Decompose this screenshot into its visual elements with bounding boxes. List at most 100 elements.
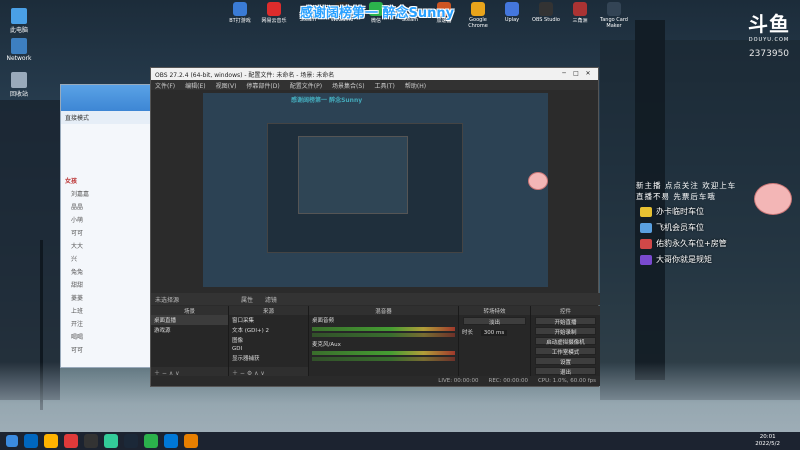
- qq-contact[interactable]: 可可: [61, 343, 151, 356]
- qq-contact[interactable]: 兴: [61, 252, 151, 265]
- thanks-banner: 感谢阔榜第一 醉念Sunny: [300, 6, 455, 21]
- perk-row: 大哥你就是规矩: [640, 254, 712, 265]
- desktop-icon-network[interactable]: Network: [0, 38, 38, 62]
- source-item[interactable]: 文本 (GDI+) 2: [229, 325, 308, 335]
- pig-mascot: [754, 183, 792, 215]
- scene-item[interactable]: 游戏源: [151, 325, 228, 335]
- qq-contact[interactable]: 喝喝: [61, 330, 151, 343]
- app-icon: [233, 2, 247, 16]
- qq-contact[interactable]: 可可: [61, 226, 151, 239]
- qq-contact[interactable]: 刘嘉嘉: [61, 187, 151, 200]
- source-item[interactable]: GDI: [229, 345, 308, 353]
- taskbar-app-icon[interactable]: [124, 434, 138, 448]
- scene-item[interactable]: 桌面直播: [151, 315, 228, 325]
- app-icon: [267, 2, 281, 16]
- qq-header: [61, 85, 151, 111]
- top-app-shortcut[interactable]: 网易云音乐: [259, 0, 289, 24]
- desktop-icon-label: 此电脑: [9, 27, 28, 34]
- menu-item[interactable]: 工具(T): [375, 81, 395, 90]
- perk-text: 佑豹永久车位+房管: [656, 239, 727, 248]
- background-building-left: [0, 100, 60, 400]
- system-clock[interactable]: 20:01 2022/5/2: [755, 434, 780, 448]
- sources-footer: ＋ − ⚙ ∧ ∨: [229, 367, 308, 377]
- scenes-dock: 场景 桌面直播 游戏源 ＋ − ∧ ∨: [151, 306, 229, 377]
- qq-contact[interactable]: 开注: [61, 317, 151, 330]
- source-item[interactable]: 显示器捕获: [229, 353, 308, 363]
- top-app-shortcut[interactable]: 三角洲: [565, 0, 595, 24]
- minimize-icon[interactable]: ─: [558, 70, 570, 77]
- controls-dock: 控件 开始直播 开始录制 启动虚拟摄像机 工作室模式 设置 退出: [531, 306, 600, 376]
- menu-item[interactable]: 视图(V): [216, 81, 237, 90]
- source-item[interactable]: 窗口采集: [229, 315, 308, 325]
- top-app-shortcut[interactable]: Uplay: [497, 0, 527, 23]
- taskbar-app-icon[interactable]: [184, 434, 198, 448]
- qq-contact[interactable]: 晶晶: [61, 200, 151, 213]
- audio-meter: [312, 351, 455, 355]
- menu-item[interactable]: 文件(F): [155, 81, 175, 90]
- control-button[interactable]: 启动虚拟摄像机: [535, 337, 596, 346]
- qq-mode-select[interactable]: 直接模式: [61, 111, 151, 124]
- audio-volume-slider[interactable]: [312, 357, 455, 361]
- duration-input[interactable]: 300 ms: [480, 330, 508, 336]
- top-app-shortcut[interactable]: OBS Studio: [531, 0, 561, 23]
- taskbar-app-icon[interactable]: [104, 434, 118, 448]
- control-button[interactable]: 工作室模式: [535, 347, 596, 356]
- badge-icon: [640, 238, 652, 249]
- notice-line-1: 新主播 点点关注 欢迎上车: [636, 181, 737, 190]
- cpu-status: CPU: 1.0%, 60.00 fps: [537, 378, 596, 384]
- qq-contact[interactable]: 甜甜: [61, 278, 151, 291]
- perk-row: 佑豹永久车位+房管: [640, 238, 727, 249]
- top-app-shortcut[interactable]: BT打游戏: [225, 0, 255, 24]
- menu-item[interactable]: 编辑(E): [185, 81, 205, 90]
- menu-item[interactable]: 帮助(H): [405, 81, 426, 90]
- app-shortcut-label: BT打游戏: [229, 18, 251, 24]
- top-app-shortcut[interactable]: Tango Card Maker: [599, 0, 629, 29]
- menu-item[interactable]: 场景集合(S): [332, 81, 365, 90]
- qq-group-header[interactable]: 女孩: [61, 174, 151, 187]
- clock-time: 20:01: [759, 434, 776, 440]
- menu-item[interactable]: 配置文件(P): [290, 81, 322, 90]
- control-button[interactable]: 开始录制: [535, 327, 596, 336]
- douyu-watermark: 斗鱼 DOUYU.COM 2373950: [748, 8, 790, 59]
- app-shortcut-label: OBS Studio: [532, 17, 560, 23]
- start-icon[interactable]: [6, 435, 18, 447]
- room-number: 2373950: [748, 49, 790, 59]
- taskbar-app-icon[interactable]: [164, 434, 178, 448]
- network-icon: [11, 38, 27, 54]
- duration-label: 时长: [462, 330, 474, 336]
- badge-icon: [640, 222, 652, 233]
- qq-contact[interactable]: 上班: [61, 304, 151, 317]
- app-icon: [607, 2, 621, 16]
- recycle-bin-icon: [11, 72, 27, 88]
- qq-contact[interactable]: 小萌: [61, 213, 151, 226]
- desktop-icon-this-pc[interactable]: 此电脑: [0, 8, 38, 34]
- close-icon[interactable]: ✕: [582, 70, 594, 77]
- controls-header: 控件: [531, 306, 600, 315]
- source-item[interactable]: 图像: [229, 335, 308, 345]
- control-button[interactable]: 开始直播: [535, 317, 596, 326]
- maximize-icon[interactable]: □: [570, 70, 582, 77]
- menu-item[interactable]: 停靠部件(D): [246, 81, 279, 90]
- taskbar-app-icon[interactable]: [44, 434, 58, 448]
- douyu-domain: DOUYU.COM: [748, 37, 790, 43]
- obs-preview[interactable]: 感谢阔榜第一 醉念Sunny: [203, 93, 548, 287]
- audio-volume-slider[interactable]: [312, 333, 455, 337]
- taskbar-app-icon[interactable]: [24, 434, 38, 448]
- taskbar-app-icon[interactable]: [84, 434, 98, 448]
- transitions-header: 转场特效: [459, 306, 530, 315]
- qq-contact[interactable]: 大大: [61, 239, 151, 252]
- taskbar-app-icon[interactable]: [144, 434, 158, 448]
- qq-contact[interactable]: 菱菱: [61, 291, 151, 304]
- qq-contact[interactable]: 兔兔: [61, 265, 151, 278]
- transition-select[interactable]: 淡出: [463, 317, 526, 326]
- properties-button[interactable]: 属性: [241, 297, 253, 304]
- filters-button[interactable]: 滤镜: [265, 297, 277, 304]
- app-shortcut-label: 三角洲: [572, 18, 588, 24]
- desktop-icon-recycle-bin[interactable]: 回收站: [0, 72, 38, 98]
- control-button[interactable]: 设置: [535, 357, 596, 366]
- taskbar-app-icon[interactable]: [64, 434, 78, 448]
- transitions-dock: 转场特效 淡出 时长 300 ms: [459, 306, 531, 376]
- control-button[interactable]: 退出: [535, 367, 596, 376]
- scenes-header: 场景: [151, 306, 228, 315]
- top-app-shortcut[interactable]: Google Chrome: [463, 0, 493, 29]
